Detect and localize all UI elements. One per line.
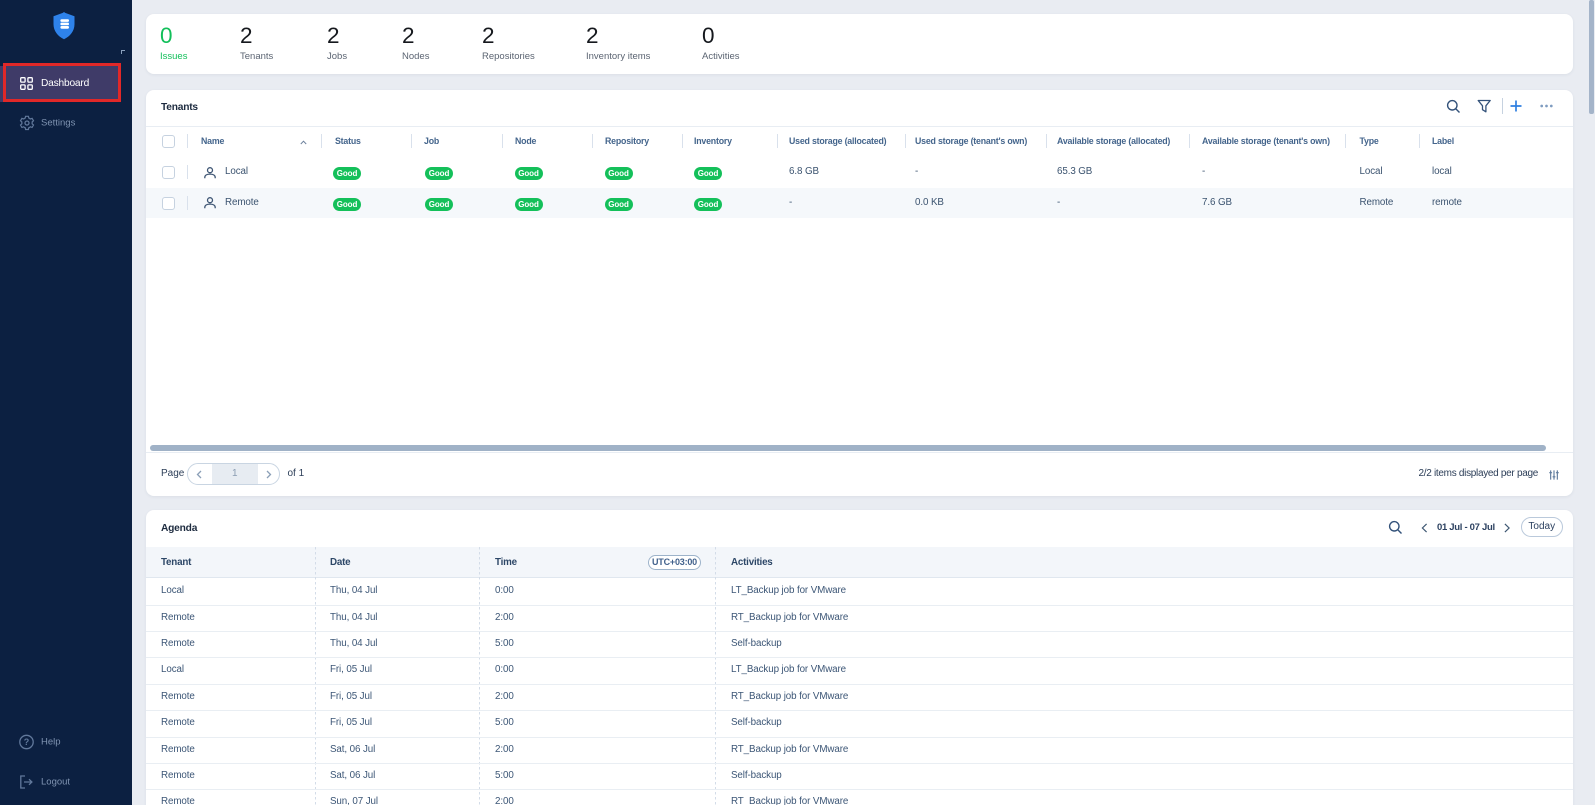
svg-text:?: ?: [24, 737, 30, 747]
